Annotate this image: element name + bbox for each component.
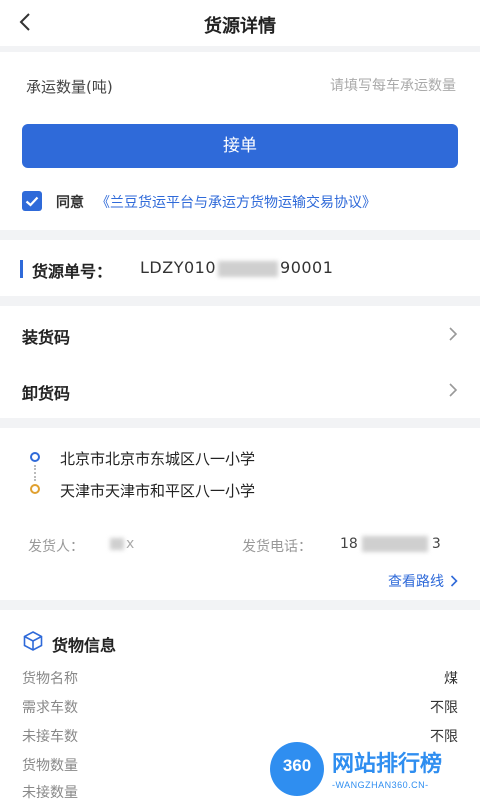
order-number-value: LDZY010 90001: [140, 258, 334, 277]
accept-panel: 承运数量(吨) 接单 同意 《兰豆货运平台与承运方货物运输交易协议》: [0, 52, 480, 230]
check-icon: [25, 196, 39, 207]
site-watermark: 360 网站排行榜 -WANGZHAN360.CN-: [268, 740, 480, 800]
accept-order-button[interactable]: 接单: [22, 124, 458, 168]
watermark-badge: 360: [282, 756, 312, 775]
cargo-row-required-trucks: 需求车数 不限: [22, 697, 458, 719]
order-number-card: 货源单号： LDZY010 90001: [0, 240, 480, 296]
shipper-label: 发货人：: [28, 539, 84, 555]
info-label: 未接数量: [22, 785, 78, 800]
quantity-row: 承运数量(吨): [26, 74, 456, 98]
watermark-subtitle: -WANGZHAN360.CN-: [332, 780, 429, 790]
unloading-code-row[interactable]: 卸货码: [0, 362, 480, 418]
destination-dot-icon: [30, 484, 40, 494]
page-title: 货源详情: [204, 16, 276, 37]
origin-dot-icon: [30, 452, 40, 462]
info-value: 煤: [444, 671, 458, 687]
route-card: 北京市北京市东城区八一小学 天津市天津市和平区八一小学 发货人： x 发货电话：…: [0, 428, 480, 600]
cube-icon: [23, 631, 43, 651]
origin-address: 北京市北京市东城区八一小学: [60, 450, 256, 468]
info-label: 货物数量: [22, 758, 78, 774]
phone-label: 发货电话：: [242, 539, 312, 555]
agreement-link[interactable]: 《兰豆货运平台与承运方货物运输交易协议》: [96, 192, 376, 212]
cargo-info-title: 货物信息: [52, 636, 117, 655]
order-number-label: 货源单号：: [32, 262, 113, 281]
chevron-right-icon: [449, 327, 458, 341]
watermark-title: 网站排行榜: [332, 752, 443, 777]
info-label: 货物名称: [22, 671, 78, 687]
quantity-label: 承运数量(吨): [26, 78, 113, 96]
shipper-name: x: [110, 536, 134, 552]
destination-address: 天津市天津市和平区八一小学: [60, 482, 256, 500]
info-label: 未接车数: [22, 729, 78, 745]
chevron-right-icon: [449, 383, 458, 397]
top-bar: 货源详情: [0, 0, 480, 46]
shipper-phone[interactable]: 18 3: [340, 536, 441, 552]
codes-card: 装货码 卸货码: [0, 306, 480, 418]
agreement-row: 同意 《兰豆货运平台与承运方货物运输交易协议》: [22, 190, 462, 212]
cargo-row-name: 货物名称 煤: [22, 668, 458, 690]
agreement-prefix: 同意: [56, 195, 84, 211]
loading-code-row[interactable]: 装货码: [0, 306, 480, 362]
info-label: 需求车数: [22, 700, 78, 716]
agreement-checkbox[interactable]: [22, 191, 42, 211]
quantity-input[interactable]: [236, 74, 456, 98]
route-connector: [34, 465, 36, 481]
loading-code-label: 装货码: [22, 328, 71, 347]
chevron-right-icon: [450, 575, 458, 587]
info-value: 不限: [430, 700, 458, 716]
unloading-code-label: 卸货码: [22, 384, 71, 403]
view-route-link[interactable]: 查看路线: [388, 571, 458, 591]
accent-bar: [20, 260, 23, 278]
